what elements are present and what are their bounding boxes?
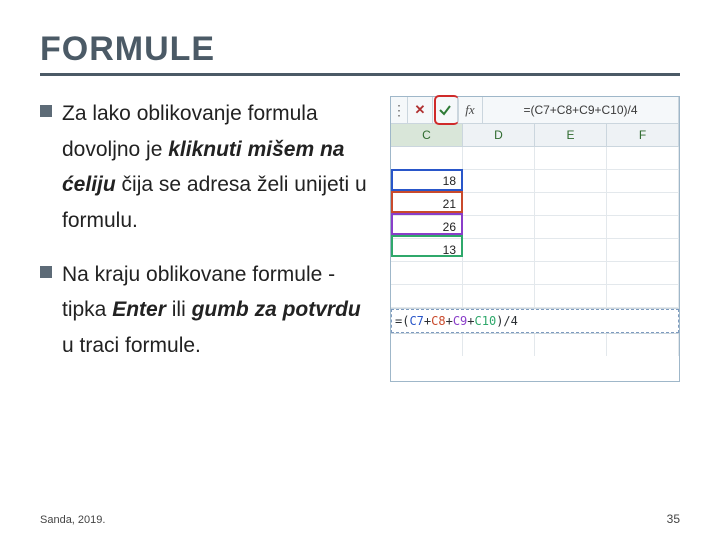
footer-text: Sanda, 2019. xyxy=(40,514,105,526)
cell[interactable]: 21 xyxy=(391,193,463,215)
more-icon: ⋮ xyxy=(391,97,408,123)
sep: + xyxy=(467,314,474,328)
content-left: Za lako oblikovanje formula dovoljno je … xyxy=(40,96,376,382)
cell[interactable] xyxy=(463,334,535,356)
cell[interactable] xyxy=(607,239,679,261)
b2-tail: u traci formule. xyxy=(62,334,201,357)
cell[interactable] xyxy=(463,216,535,238)
cells-grid: 18 21 26 13 xyxy=(391,147,679,308)
ref-c7: C7 xyxy=(409,314,423,328)
cell[interactable] xyxy=(535,193,607,215)
cell[interactable] xyxy=(607,334,679,356)
column-headers: C D E F xyxy=(391,124,679,147)
bullet-1: Za lako oblikovanje formula dovoljno je … xyxy=(40,96,376,239)
cell[interactable] xyxy=(607,147,679,169)
cell[interactable] xyxy=(535,262,607,284)
confirm-icon[interactable] xyxy=(433,97,458,123)
b2-emph1: Enter xyxy=(112,298,166,321)
cell[interactable] xyxy=(391,285,463,307)
edit-suffix: )/4 xyxy=(496,314,518,328)
cell[interactable] xyxy=(535,170,607,192)
cell[interactable] xyxy=(391,147,463,169)
cell[interactable] xyxy=(535,239,607,261)
cell[interactable] xyxy=(607,193,679,215)
slide-title: FORMULE xyxy=(40,30,680,76)
cell[interactable] xyxy=(391,262,463,284)
cell[interactable] xyxy=(535,216,607,238)
page-number: 35 xyxy=(667,512,680,526)
cancel-icon[interactable]: ✕ xyxy=(408,97,433,123)
cell[interactable] xyxy=(607,262,679,284)
col-F[interactable]: F xyxy=(607,124,679,146)
cell[interactable]: 26 xyxy=(391,216,463,238)
cell[interactable] xyxy=(535,285,607,307)
cell[interactable]: 13 xyxy=(391,239,463,261)
bullet-icon xyxy=(40,105,52,117)
cell[interactable] xyxy=(463,147,535,169)
ref-c10: C10 xyxy=(475,314,497,328)
cell[interactable] xyxy=(463,239,535,261)
col-E[interactable]: E xyxy=(535,124,607,146)
b2-mid: ili xyxy=(172,298,192,321)
ref-c9: C9 xyxy=(453,314,467,328)
cell[interactable] xyxy=(607,216,679,238)
cell[interactable] xyxy=(535,334,607,356)
cell[interactable] xyxy=(607,285,679,307)
bullet-2: Na kraju oblikovane formule - tipka Ente… xyxy=(40,257,376,364)
excel-screenshot: ⋮ ✕ fx =(C7+C8+C9+C10)/4 C D E F 18 21 2… xyxy=(390,96,680,382)
cell[interactable] xyxy=(463,262,535,284)
sep: + xyxy=(446,314,453,328)
cell[interactable] xyxy=(391,334,463,356)
formula-bar: ⋮ ✕ fx =(C7+C8+C9+C10)/4 xyxy=(391,97,679,124)
formula-bar-value[interactable]: =(C7+C8+C9+C10)/4 xyxy=(483,97,679,123)
bullet-icon xyxy=(40,266,52,278)
cell[interactable] xyxy=(607,170,679,192)
cell[interactable] xyxy=(463,193,535,215)
col-C[interactable]: C xyxy=(391,124,463,146)
fx-icon[interactable]: fx xyxy=(458,97,483,123)
col-D[interactable]: D xyxy=(463,124,535,146)
edit-prefix: =( xyxy=(395,314,409,328)
cell[interactable] xyxy=(463,170,535,192)
sep: + xyxy=(424,314,431,328)
b2-emph2: gumb za potvrdu xyxy=(192,298,361,321)
cell[interactable]: 18 xyxy=(391,170,463,192)
cell[interactable] xyxy=(463,285,535,307)
cell-edit-area[interactable]: =( C7 + C8 + C9 + C10 )/4 xyxy=(391,308,679,334)
ref-c8: C8 xyxy=(431,314,445,328)
cell[interactable] xyxy=(535,147,607,169)
